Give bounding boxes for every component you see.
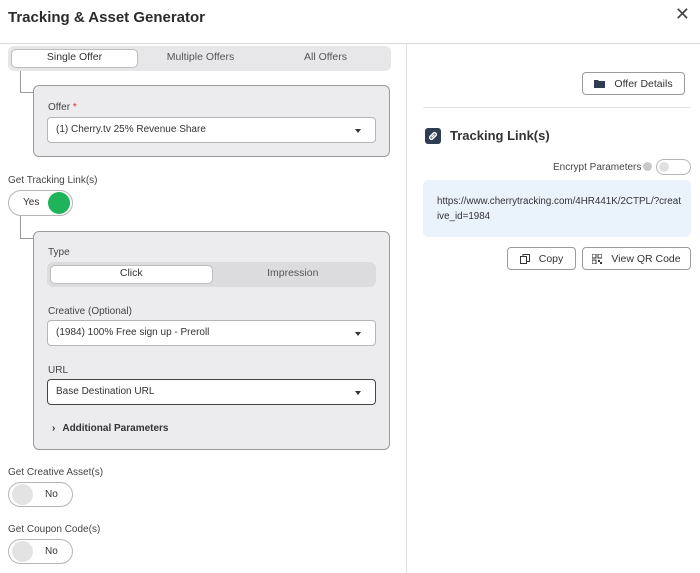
link-icon bbox=[425, 128, 441, 144]
offer-select[interactable]: (1) Cherry.tv 25% Revenue Share bbox=[47, 117, 376, 143]
coupon-codes-toggle[interactable]: No bbox=[8, 539, 73, 564]
type-label: Type bbox=[48, 247, 70, 258]
tree-connector bbox=[20, 71, 33, 93]
creative-assets-label: Get Creative Asset(s) bbox=[8, 467, 104, 478]
tab-multiple-offers[interactable]: Multiple Offers bbox=[138, 49, 263, 68]
chevron-down-icon bbox=[355, 129, 361, 133]
column-divider bbox=[406, 44, 407, 573]
copy-icon bbox=[519, 253, 530, 264]
tracking-links-heading: Tracking Link(s) bbox=[450, 128, 550, 143]
url-select[interactable]: Base Destination URL bbox=[47, 379, 376, 405]
tracking-links-toggle[interactable]: Yes bbox=[8, 190, 73, 216]
additional-parameters-label: Additional Parameters bbox=[62, 423, 169, 434]
tracking-links-label: Get Tracking Link(s) bbox=[8, 175, 98, 186]
toggle-value: No bbox=[45, 546, 58, 557]
offer-details-label: Offer Details bbox=[614, 77, 673, 90]
toggle-knob bbox=[48, 192, 70, 214]
chevron-down-icon bbox=[355, 391, 361, 395]
offer-label: Offer * bbox=[48, 102, 77, 113]
copy-label: Copy bbox=[538, 252, 564, 265]
tree-connector bbox=[20, 216, 33, 239]
toggle-value: Yes bbox=[23, 197, 40, 208]
modal-title: Tracking & Asset Generator bbox=[8, 9, 206, 26]
right-divider bbox=[423, 107, 691, 108]
qr-code-icon bbox=[592, 253, 603, 264]
type-tabs: Click Impression bbox=[47, 262, 376, 287]
modal-header: Tracking & Asset Generator ✕ bbox=[0, 0, 700, 44]
tab-click[interactable]: Click bbox=[50, 265, 213, 284]
toggle-value: No bbox=[45, 489, 58, 500]
additional-parameters-toggle[interactable]: › Additional Parameters bbox=[52, 423, 169, 434]
copy-button[interactable]: Copy bbox=[507, 247, 576, 270]
url-select-value: Base Destination URL bbox=[56, 386, 155, 397]
tracking-link-output[interactable]: https://www.cherrytracking.com/4HR441K/2… bbox=[423, 180, 691, 237]
required-mark: * bbox=[72, 102, 77, 113]
info-icon bbox=[643, 162, 652, 171]
creative-label: Creative (Optional) bbox=[48, 306, 132, 317]
encrypt-parameters-toggle[interactable] bbox=[656, 159, 691, 175]
toggle-knob bbox=[12, 541, 33, 562]
tracking-link-url: https://www.cherrytracking.com/4HR441K/2… bbox=[437, 196, 681, 222]
toggle-knob bbox=[659, 162, 669, 172]
url-label: URL bbox=[48, 365, 69, 376]
view-qr-code-button[interactable]: View QR Code bbox=[582, 247, 691, 270]
close-icon[interactable]: ✕ bbox=[675, 5, 690, 23]
chevron-down-icon bbox=[355, 332, 361, 336]
creative-assets-toggle[interactable]: No bbox=[8, 482, 73, 507]
offer-details-button[interactable]: Offer Details bbox=[582, 72, 685, 95]
tab-single-offer[interactable]: Single Offer bbox=[11, 49, 138, 68]
encrypt-parameters-label: Encrypt Parameters bbox=[553, 162, 642, 173]
offer-label-text: Offer bbox=[48, 102, 71, 113]
toggle-knob bbox=[12, 484, 33, 505]
creative-select-value: (1984) 100% Free sign up - Preroll bbox=[56, 327, 210, 338]
offer-select-value: (1) Cherry.tv 25% Revenue Share bbox=[56, 124, 206, 135]
tab-all-offers[interactable]: All Offers bbox=[263, 49, 388, 68]
offer-mode-tabs: Single Offer Multiple Offers All Offers bbox=[8, 46, 391, 71]
folder-icon bbox=[594, 80, 606, 88]
coupon-codes-label: Get Coupon Code(s) bbox=[8, 524, 101, 535]
view-qr-code-label: View QR Code bbox=[611, 252, 681, 265]
chevron-right-icon: › bbox=[52, 423, 56, 434]
creative-select[interactable]: (1984) 100% Free sign up - Preroll bbox=[47, 320, 376, 346]
tab-impression[interactable]: Impression bbox=[213, 265, 374, 284]
